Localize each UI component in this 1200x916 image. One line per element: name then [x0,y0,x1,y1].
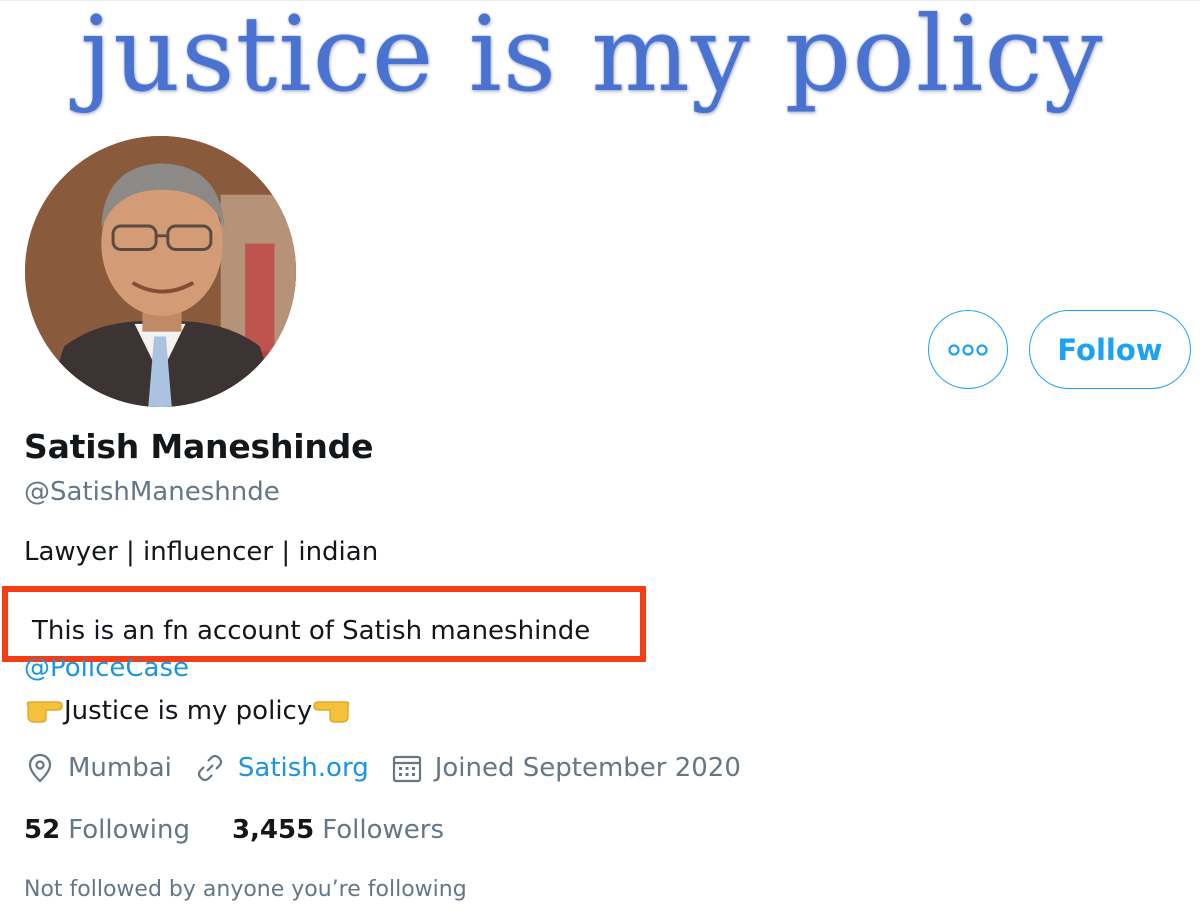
website-link[interactable]: Satish.org [238,753,369,783]
joined-text: Joined September 2020 [434,753,741,783]
website-item[interactable]: Satish.org [194,752,369,784]
more-options-button[interactable] [928,310,1008,389]
link-icon [197,754,222,782]
bio-line-1: Lawyer | influencer | indian [24,537,379,567]
avatar-portrait [25,136,296,407]
mention-link[interactable]: @PoliceCase [24,659,189,685]
profile-banner: justice is my policy [0,0,1200,150]
mention-text: @PoliceCase [24,659,190,683]
following-count: 52 [24,815,61,845]
pointing-right-hand-icon [26,701,63,723]
location-pin-icon [28,753,52,783]
bio-line-3: Justice is my policy [24,696,352,726]
followers-stat[interactable]: 3,455 Followers [232,815,444,845]
profile-meta: Mumbai Satish.org Joined September 2020 [24,752,763,784]
follow-button[interactable]: Follow [1029,310,1191,389]
profile-handle: @SatishManeshnde [24,477,280,507]
profile-name: Satish Maneshinde [24,427,374,466]
location-text: Mumbai [68,753,172,783]
bio-line-2: This is an fn account of Satish maneshin… [32,616,591,646]
joined-item: Joined September 2020 [391,752,741,784]
pointing-left-hand-icon [313,701,350,723]
banner-text: justice is my policy [80,0,1104,115]
profile-stats: 52 Following 3,455 Followers [24,815,486,845]
followers-count: 3,455 [231,815,315,845]
more-dots-icon [948,343,988,356]
not-followed-notice: Not followed by anyone you’re following [24,877,467,902]
following-stat[interactable]: 52 Following [24,815,190,845]
bio-line-3-text: Justice is my policy [64,696,313,726]
followers-label: Followers [322,815,444,845]
following-label: Following [68,815,190,845]
avatar[interactable] [22,133,299,410]
calendar-icon [392,755,421,783]
location-item: Mumbai [24,752,172,784]
profile-page: justice is my policy Follow Satish Manes… [0,0,1200,916]
